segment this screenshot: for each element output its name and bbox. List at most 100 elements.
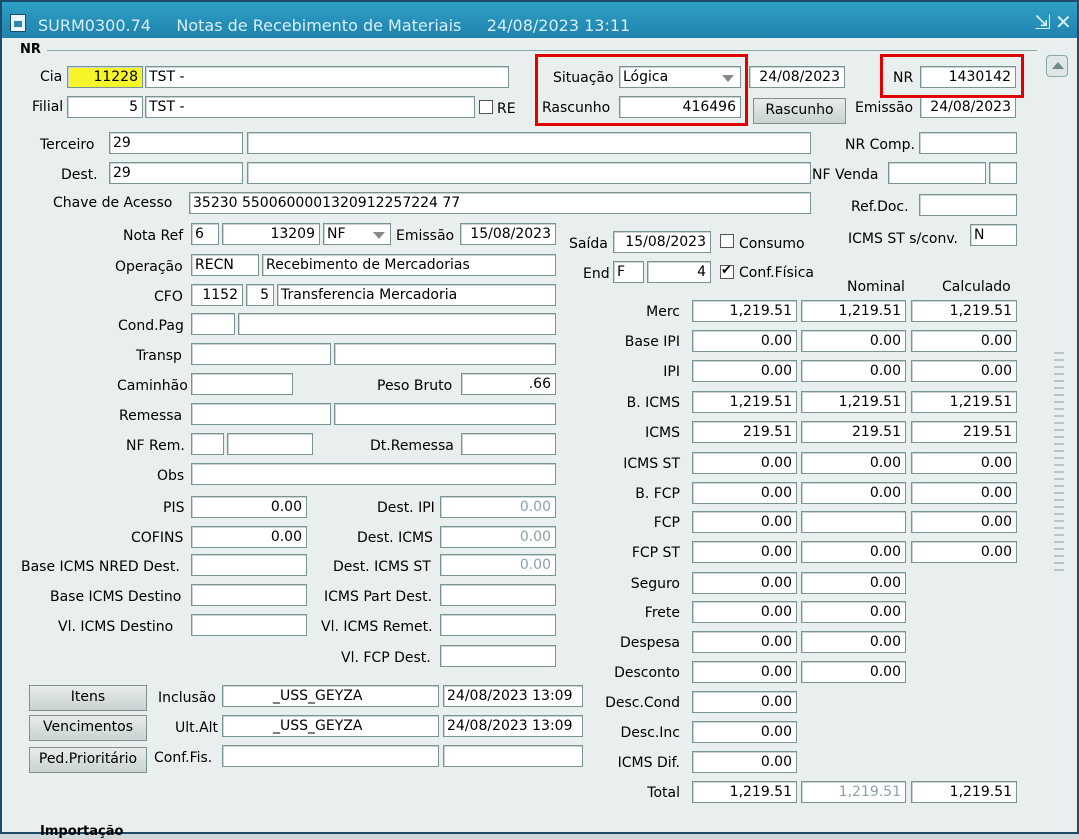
cia-code-field[interactable]: 11228 — [67, 66, 143, 88]
totals-v1-field[interactable]: 0.00 — [692, 572, 797, 594]
scroll-up-icon[interactable] — [1046, 55, 1068, 77]
condpag-desc-field[interactable] — [238, 313, 556, 335]
pesobruto-field[interactable]: .66 — [461, 373, 556, 395]
caminhao-field[interactable] — [191, 373, 293, 395]
saida-field[interactable]: 15/08/2023 — [613, 231, 711, 253]
minimize-icon[interactable]: ⇲ — [1034, 12, 1051, 32]
totals-v2-field[interactable]: 1,219.51 — [801, 781, 906, 803]
nfrem-serie-field[interactable] — [191, 433, 224, 455]
icmsst-field[interactable]: N — [970, 224, 1017, 246]
totals-v3-field[interactable]: 0.00 — [911, 482, 1017, 504]
desticmsst-field[interactable]: 0.00 — [440, 554, 556, 576]
rascunho-button[interactable]: Rascunho — [753, 98, 846, 124]
close-icon[interactable]: ✕ — [1055, 12, 1072, 32]
cfo-desc-field[interactable]: Transferencia Mercadoria — [277, 284, 556, 306]
icmspart-field[interactable] — [440, 584, 556, 606]
ultalt-date-field[interactable]: 24/08/2023 13:09 — [443, 715, 583, 737]
vlicmsremet-field[interactable] — [440, 614, 556, 636]
totals-v1-field[interactable]: 0.00 — [692, 330, 797, 352]
notaref-num-field[interactable]: 13209 — [222, 223, 320, 245]
ultalt-user-field[interactable]: _USS_GEYZA — [222, 715, 439, 737]
inclusao-date-field[interactable]: 24/08/2023 13:09 — [443, 685, 583, 707]
condpag-code-field[interactable] — [191, 313, 235, 335]
refdoc-field[interactable] — [919, 194, 1017, 216]
totals-v2-field[interactable]: 0.00 — [801, 541, 906, 563]
itens-button[interactable]: Itens — [29, 685, 147, 711]
dest-name-field[interactable] — [247, 162, 811, 184]
totals-v2-field[interactable]: 0.00 — [801, 452, 906, 474]
totals-v1-field[interactable]: 0.00 — [692, 631, 797, 653]
nota-emissao-field[interactable]: 15/08/2023 — [460, 223, 556, 245]
terceiro-name-field[interactable] — [247, 132, 811, 154]
nfrem-num-field[interactable] — [227, 433, 313, 455]
totals-v1-field[interactable]: 0.00 — [692, 511, 797, 533]
totals-v1-field[interactable]: 0.00 — [692, 601, 797, 623]
vencimentos-button[interactable]: Vencimentos — [29, 715, 147, 741]
transp-code-field[interactable] — [191, 343, 331, 365]
end-num-field[interactable]: 4 — [647, 261, 711, 283]
totals-v2-field[interactable]: 1,219.51 — [801, 300, 906, 322]
filial-name-field[interactable]: TST - — [145, 96, 475, 118]
totals-v1-field[interactable]: 1,219.51 — [692, 391, 797, 413]
totals-v1-field[interactable]: 0.00 — [692, 360, 797, 382]
totals-v2-field[interactable]: 0.00 — [801, 631, 906, 653]
totals-v2-field[interactable]: 0.00 — [801, 572, 906, 594]
totals-v1-field[interactable]: 219.51 — [692, 421, 797, 443]
dtremessa-field[interactable] — [461, 433, 556, 455]
vlicmsdest-field[interactable] — [191, 614, 307, 636]
totals-v1-field[interactable]: 0.00 — [692, 482, 797, 504]
totals-v1-field[interactable]: 0.00 — [692, 541, 797, 563]
emissao-field[interactable]: 24/08/2023 — [920, 96, 1016, 118]
situacao-date-field[interactable]: 24/08/2023 — [749, 66, 845, 88]
desticms-field[interactable]: 0.00 — [440, 526, 556, 548]
dest-code-field[interactable]: 29 — [109, 162, 243, 184]
totals-v1-field[interactable]: 0.00 — [692, 452, 797, 474]
totals-v3-field[interactable]: 0.00 — [911, 541, 1017, 563]
totals-v1-field[interactable]: 1,219.51 — [692, 781, 797, 803]
conffis-date-field[interactable] — [443, 745, 583, 767]
totals-v3-field[interactable]: 1,219.51 — [911, 391, 1017, 413]
cia-name-field[interactable]: TST - — [145, 66, 509, 88]
totals-v3-field[interactable]: 0.00 — [911, 452, 1017, 474]
remessa-code-field[interactable] — [191, 403, 331, 425]
nrcomp-field[interactable] — [919, 132, 1017, 154]
totals-v3-field[interactable]: 1,219.51 — [911, 781, 1017, 803]
totals-v1-field[interactable]: 0.00 — [692, 751, 797, 773]
totals-v1-field[interactable]: 0.00 — [692, 691, 797, 713]
totals-v3-field[interactable]: 219.51 — [911, 421, 1017, 443]
end-code-field[interactable]: F — [613, 261, 644, 283]
operacao-desc-field[interactable]: Recebimento de Mercadorias — [262, 254, 556, 276]
nfvenda-extra-field[interactable] — [989, 162, 1017, 184]
inclusao-user-field[interactable]: _USS_GEYZA — [222, 685, 439, 707]
chave-field[interactable]: 35230 5500600001320912257224 77 — [189, 192, 811, 214]
cfo-code-field[interactable]: 1152 — [191, 284, 243, 306]
remessa-desc-field[interactable] — [334, 403, 556, 425]
destipi-field[interactable]: 0.00 — [440, 496, 556, 518]
re-checkbox[interactable] — [479, 100, 493, 114]
terceiro-code-field[interactable]: 29 — [109, 132, 243, 154]
pedprioritario-button[interactable]: Ped.Prioritário — [29, 747, 147, 773]
vlfcp-field[interactable] — [440, 645, 556, 667]
notaref-serie-field[interactable]: 6 — [191, 223, 219, 245]
totals-v2-field[interactable]: 0.00 — [801, 661, 906, 683]
totals-v3-field[interactable]: 0.00 — [911, 330, 1017, 352]
totals-v2-field[interactable]: 0.00 — [801, 360, 906, 382]
totals-v3-field[interactable]: 1,219.51 — [911, 300, 1017, 322]
totals-v1-field[interactable]: 1,219.51 — [692, 300, 797, 322]
notaref-tipo-select[interactable]: NF — [323, 223, 391, 245]
totals-v2-field[interactable]: 219.51 — [801, 421, 906, 443]
pis-field[interactable]: 0.00 — [191, 496, 307, 518]
transp-name-field[interactable] — [334, 343, 556, 365]
obs-field[interactable] — [191, 463, 556, 485]
totals-v2-field[interactable]: 0.00 — [801, 482, 906, 504]
conffisica-checkbox[interactable] — [720, 263, 734, 279]
totals-v3-field[interactable]: 0.00 — [911, 511, 1017, 533]
totals-v2-field[interactable]: 1,219.51 — [801, 391, 906, 413]
cfo-sub-field[interactable]: 5 — [246, 284, 274, 306]
baseicmsdest-field[interactable] — [191, 584, 307, 606]
filial-code-field[interactable]: 5 — [67, 96, 143, 118]
totals-v2-field[interactable]: 0.00 — [801, 330, 906, 352]
conffis-user-field[interactable] — [222, 745, 439, 767]
totals-v1-field[interactable]: 0.00 — [692, 661, 797, 683]
nfvenda-field[interactable] — [888, 162, 986, 184]
